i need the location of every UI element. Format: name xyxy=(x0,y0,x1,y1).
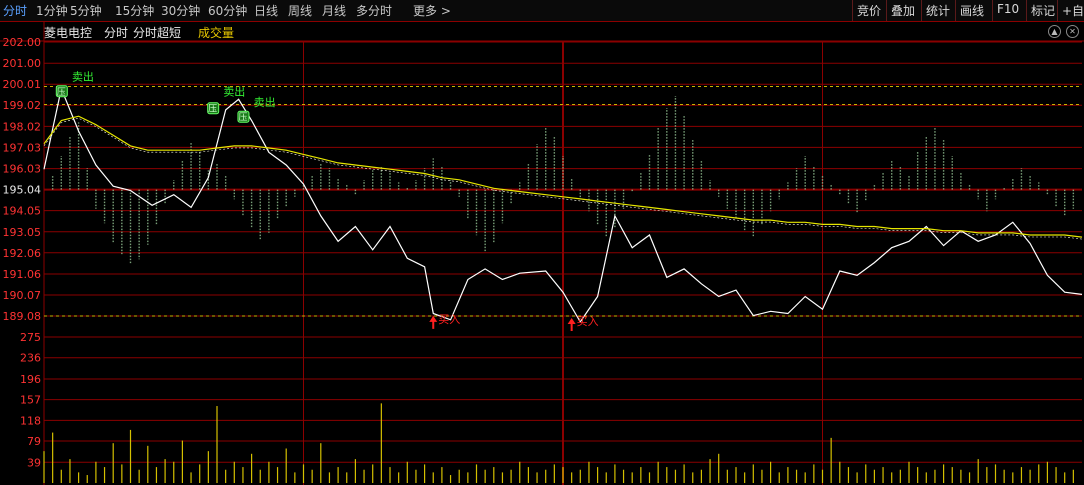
price-tick-label: 198.02 xyxy=(3,120,42,133)
mode-ultrashort-button[interactable]: 分时超短 xyxy=(133,24,181,41)
tool-button-0[interactable]: 竞价 xyxy=(857,2,881,19)
tool-separator xyxy=(1057,0,1058,21)
volume-tick-label: 157 xyxy=(20,394,41,407)
pressure-marker xyxy=(237,110,250,123)
pressure-marker-label: 压 xyxy=(208,104,217,115)
buy-label: 买入 xyxy=(577,315,599,328)
price-tick-label: 200.01 xyxy=(3,78,42,91)
volume-tick-label: 39 xyxy=(27,456,41,469)
tab-4[interactable]: 30分钟 xyxy=(161,2,200,19)
tab-7[interactable]: 周线 xyxy=(288,2,312,19)
price-tick-label: 201.00 xyxy=(3,57,42,70)
pressure-marker-label: 压 xyxy=(57,87,66,98)
tab-0[interactable]: 分时 xyxy=(3,2,27,19)
tab-5[interactable]: 60分钟 xyxy=(208,2,247,19)
tool-button-3[interactable]: 画线 xyxy=(960,2,984,19)
tool-button-4[interactable]: F10 xyxy=(997,2,1019,16)
tab-2[interactable]: 5分钟 xyxy=(70,2,102,19)
intraday-chart: 压压压卖出卖出卖出买入 买入 202.00201.00200.01199.0219… xyxy=(0,22,1084,485)
price-tick-label: 192.06 xyxy=(3,247,42,260)
tool-separator xyxy=(852,0,853,21)
mode-intraday-button[interactable]: 分时 xyxy=(104,24,128,41)
tool-button-6[interactable]: +自 xyxy=(1062,2,1084,19)
volume-bars xyxy=(43,403,1074,483)
tab-10[interactable]: 更多 > xyxy=(413,2,451,19)
price-lines xyxy=(43,86,1083,324)
tab-8[interactable]: 月线 xyxy=(322,2,346,19)
scroll-up-icon[interactable]: ▲ xyxy=(1048,25,1061,38)
price-line xyxy=(43,86,1083,324)
tool-separator xyxy=(1026,0,1027,21)
period-toolbar: 分时 1分钟 5分钟 15分钟 30分钟 60分钟 日线 周线 月线 多分时 更多 > 竞价 叠加 统计… xyxy=(0,0,1084,22)
tool-button-1[interactable]: 叠加 xyxy=(891,2,915,19)
price-tick-label: 195.04 xyxy=(3,184,42,197)
tool-button-5[interactable]: 标记 xyxy=(1031,2,1055,19)
tool-separator xyxy=(955,0,956,21)
indicator-name[interactable]: 成交量 xyxy=(198,24,234,41)
volume-tick-label: 118 xyxy=(20,414,41,427)
avg-line-dashed xyxy=(43,117,1083,240)
volume-tick-label: 196 xyxy=(20,373,41,386)
close-icon[interactable]: ✕ xyxy=(1066,25,1079,38)
price-tick-label: 191.06 xyxy=(3,268,42,281)
volume-tick-label: 275 xyxy=(20,331,41,344)
volume-tick-label: 79 xyxy=(27,435,41,448)
trade-annotations: 压压压卖出卖出卖出买入 买入 xyxy=(55,70,599,331)
price-tick-label: 202.00 xyxy=(3,36,42,49)
tab-6[interactable]: 日线 xyxy=(254,2,278,19)
buy-arrow-icon xyxy=(567,317,576,331)
price-tick-label: 193.05 xyxy=(3,226,42,239)
buy-arrow-icon xyxy=(429,315,438,329)
pressure-marker xyxy=(55,85,68,98)
price-tick-label: 190.07 xyxy=(3,289,42,302)
volume-tick-label: 236 xyxy=(20,352,41,365)
sell-label: 卖出 xyxy=(223,84,245,98)
price-tick-label: 194.05 xyxy=(3,205,42,218)
macd-bars xyxy=(51,96,1075,265)
tool-separator xyxy=(886,0,887,21)
price-tick-label: 196.03 xyxy=(3,163,42,176)
y-axis-labels: 202.00 201.00 200.01 199.02 198.02 197.03 196.… xyxy=(3,36,42,469)
price-tick-label: 189.08 xyxy=(3,310,42,323)
tab-1[interactable]: 1分钟 xyxy=(36,2,68,19)
tab-9[interactable]: 多分时 xyxy=(356,2,392,19)
tab-3[interactable]: 15分钟 xyxy=(115,2,154,19)
sell-label: 卖出 xyxy=(254,95,276,109)
price-tick-label: 199.02 xyxy=(3,99,42,112)
tool-separator xyxy=(992,0,993,21)
tool-separator xyxy=(921,0,922,21)
tool-button-2[interactable]: 统计 xyxy=(926,2,950,19)
stock-name: 菱电电控 xyxy=(44,26,93,40)
chart-grid xyxy=(0,22,1084,485)
avg-line xyxy=(43,115,1083,238)
price-tick-label: 197.03 xyxy=(3,141,42,154)
sell-label: 卖出 xyxy=(72,70,94,84)
pressure-marker xyxy=(207,102,220,115)
buy-label: 买入 xyxy=(438,313,460,326)
pressure-marker-label: 压 xyxy=(238,112,247,123)
